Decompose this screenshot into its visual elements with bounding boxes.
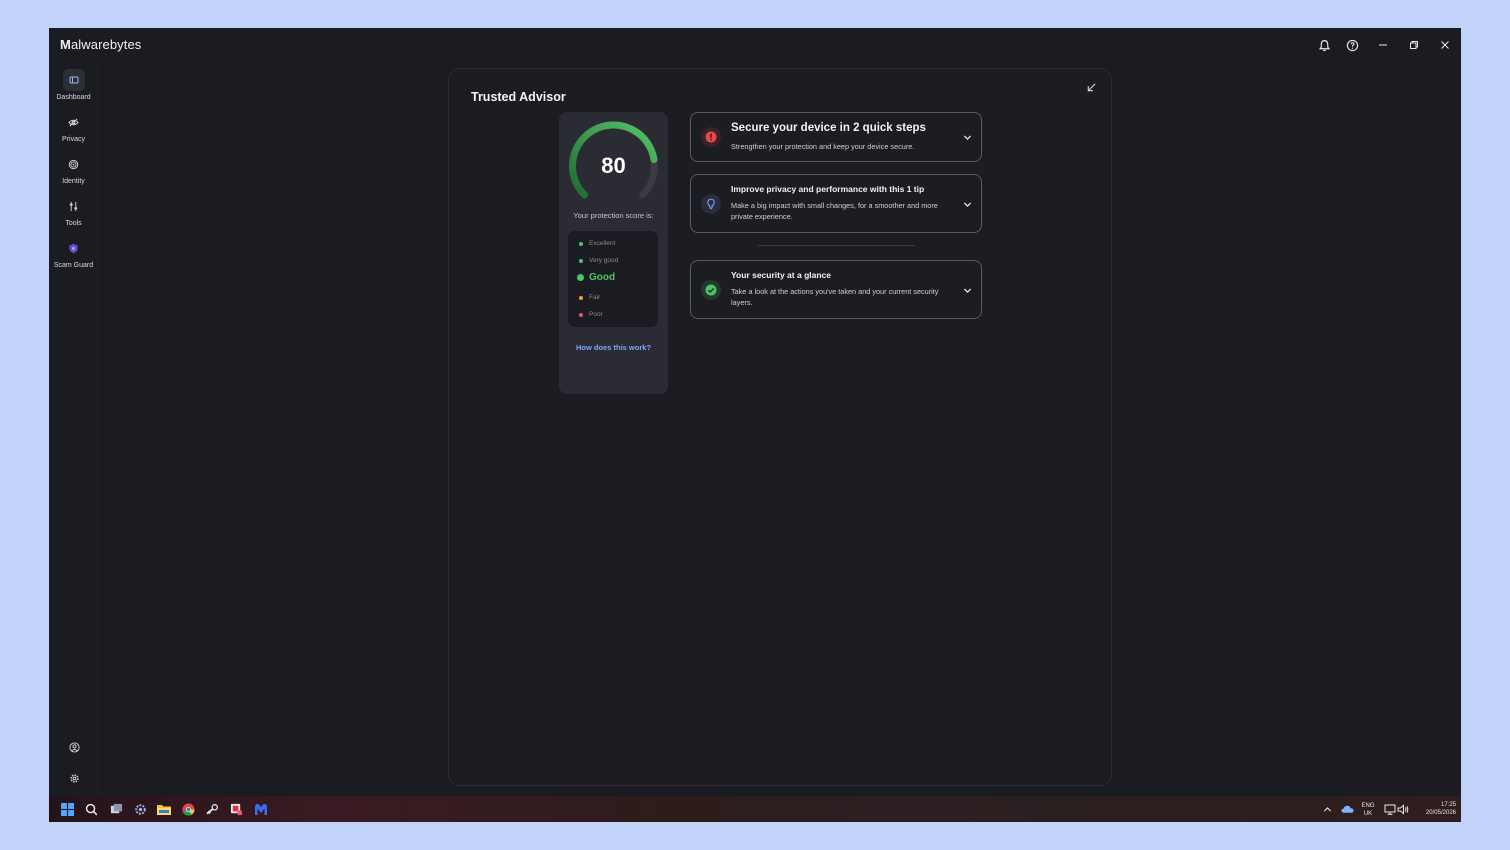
language-indicator[interactable]: ENG UK	[1361, 802, 1375, 818]
sidebar-item-tools[interactable]: Tools	[49, 195, 98, 235]
card-description: Strengthen your protection and keep your…	[731, 142, 915, 151]
notifications-bell-icon[interactable]	[1315, 36, 1333, 54]
secure-device-card[interactable]: Secure your device in 2 quick steps Stre…	[690, 112, 982, 162]
task-view-icon[interactable]	[108, 801, 124, 817]
help-icon[interactable]	[1343, 36, 1361, 54]
search-icon[interactable]	[83, 801, 99, 817]
chevron-down-icon[interactable]	[961, 198, 973, 210]
card-description: Take a look at the actions you've taken …	[731, 287, 939, 307]
how-does-this-work-link[interactable]: How does this work?	[559, 343, 668, 352]
account-icon[interactable]	[66, 739, 82, 755]
trusted-advisor-panel: Trusted Advisor 80 Your protection score…	[448, 68, 1112, 786]
sidebar-item-identity[interactable]: Identity	[49, 153, 98, 193]
chevron-up-icon[interactable]	[1321, 801, 1333, 817]
lightbulb-icon	[701, 194, 721, 214]
sidebar-item-label: Tools	[65, 220, 82, 227]
restore-icon[interactable]	[1405, 36, 1423, 54]
clock[interactable]: 17:25 20/05/2026	[1413, 801, 1461, 817]
chevron-down-icon[interactable]	[961, 284, 973, 296]
level-very-good: Very good	[568, 257, 618, 264]
start-windows-icon[interactable]	[59, 801, 75, 817]
level-dot	[579, 312, 583, 317]
card-title: Secure your device in 2 quick steps	[731, 122, 926, 134]
improve-privacy-card[interactable]: Improve privacy and performance with thi…	[690, 174, 982, 233]
title-bar: Malwarebytes	[49, 28, 1461, 62]
file-explorer-icon[interactable]	[156, 801, 172, 817]
score-levels-list: Excellent Very good Good Fair Poor	[568, 231, 658, 327]
fingerprint-icon	[63, 153, 85, 175]
onedrive-cloud-icon[interactable]	[1339, 801, 1355, 817]
score-value: 80	[601, 153, 626, 178]
settings-icon[interactable]	[66, 770, 82, 786]
check-icon	[701, 280, 721, 300]
sidebar-item-dashboard[interactable]: Dashboard	[49, 69, 98, 109]
level-dot	[579, 258, 583, 263]
card-title: Improve privacy and performance with thi…	[731, 184, 925, 194]
settings-gear-taskbar-icon[interactable]	[132, 801, 148, 817]
app-window: Malwarebytes Dashboard Privacy Identity …	[49, 28, 1461, 822]
dashboard-icon	[62, 69, 85, 91]
level-excellent: Excellent	[568, 240, 615, 247]
level-dot	[577, 274, 584, 281]
card-description: Make a big impact with small changes, fo…	[731, 201, 938, 221]
close-icon[interactable]	[1436, 36, 1454, 54]
volume-icon[interactable]	[1395, 801, 1411, 817]
collapse-arrow-icon[interactable]	[1083, 79, 1099, 95]
sidebar-item-label: Scam Guard	[53, 262, 94, 269]
score-caption: Your protection score is:	[573, 211, 654, 220]
scam-guard-icon	[63, 237, 85, 259]
sidebar: Dashboard Privacy Identity Tools Scam Gu…	[49, 62, 98, 796]
level-dot	[579, 241, 583, 246]
level-good-current: Good	[568, 272, 615, 283]
eye-off-icon	[63, 111, 85, 133]
page-title: Trusted Advisor	[471, 90, 566, 104]
sidebar-item-label: Privacy	[62, 136, 85, 143]
app-logo: Malwarebytes	[60, 37, 142, 52]
sidebar-item-scam-guard[interactable]: Scam Guard	[49, 237, 98, 277]
security-at-a-glance-card[interactable]: Your security at a glance Take a look at…	[690, 260, 982, 319]
chevron-down-icon[interactable]	[961, 131, 973, 143]
card-title: Your security at a glance	[731, 270, 831, 280]
divider	[758, 245, 915, 246]
sidebar-item-label: Identity	[62, 178, 85, 185]
steam-icon[interactable]	[204, 801, 220, 817]
sidebar-item-label: Dashboard	[56, 94, 91, 101]
sidebar-item-privacy[interactable]: Privacy	[49, 111, 98, 151]
taskbar: ENG UK 17:25 20/05/2026	[49, 796, 1461, 822]
level-dot	[579, 295, 583, 300]
protection-score-card: 80 Your protection score is: Excellent V…	[559, 112, 668, 394]
chrome-icon[interactable]	[180, 801, 196, 817]
minimize-icon[interactable]	[1374, 36, 1392, 54]
malwarebytes-taskbar-icon[interactable]	[253, 801, 269, 817]
level-poor: Poor	[568, 311, 603, 318]
alert-icon	[701, 127, 721, 147]
level-fair: Fair	[568, 294, 600, 301]
snipping-tool-icon[interactable]	[228, 801, 244, 817]
tools-icon	[63, 195, 85, 217]
